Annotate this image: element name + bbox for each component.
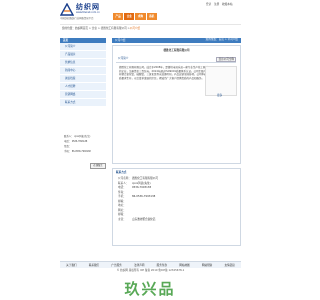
top-links: 登录 注册 收藏本站 [206,3,234,6]
show-full-name-button[interactable]: 显示公司全称 [216,57,236,62]
main-header-location: 您的位置：首页 > 公司介绍 [205,38,238,41]
sidebar-item-contact[interactable]: 联系方式 [60,99,106,107]
header: 纺织网 www.fzwnet.com.cn 中国纺织服装行业网络贸易平台 登录 … [0,0,300,24]
logo-icon[interactable] [60,3,74,16]
footer-link-legal[interactable]: 法律声明 [134,264,144,267]
intro-tab-label[interactable]: 公司简介 [118,57,128,60]
more-link[interactable]: 更多 [217,94,222,97]
contact-detail-panel: 联系方式 公司名称： 德胜化工有限有限公司 联系人： cpxx列表(先生) 电话： 0… [112,168,241,246]
detail-key: 主营： [118,217,126,221]
sidebar-item-network[interactable]: 营销网络 [60,91,106,99]
tab-opportunities[interactable]: 商机 [146,13,157,20]
copyright: © 纺织网 版权所有 ICP 备案 2010 鲁ICP备 12345678-1 [116,269,185,272]
breadcrumb-current: 公司介绍 [129,26,141,30]
sidebar: 首页 公司简介 产品展示 供求信息 新闻中心 诚信档案 人才招聘 营销网络 联系… [60,38,106,107]
footer-link-sitemap[interactable]: 网站地图 [179,264,189,267]
sidebar-contact: 联系人： cpxx列表(先生) 电话： 0536-7993138 传真： 手机：… [60,134,106,169]
footer-link-contact[interactable]: 联系我们 [89,264,99,267]
favorite-link[interactable]: 收藏本站 [222,3,232,6]
intro-tab-bar: 公司简介 显示公司全称 [116,56,236,63]
company-intro-text: 德胜化工有限有限公司，成立于2008年，是潍坊市昌乐县一家专业生产化工原料的企业… [119,66,210,80]
logo-slogan: 中国纺织服装行业网络贸易平台 [60,17,94,20]
sidebar-item-profile[interactable]: 公司简介 [60,43,106,51]
contact-mobile: 手机： 86-0536-7993138 [64,150,91,153]
sidebar-item-credit[interactable]: 诚信档案 [60,75,106,83]
footer-link-terms[interactable]: 服务条款 [157,264,167,267]
watermark-logo: 玖兴品 [124,280,176,298]
tab-companies[interactable]: 企业 [124,13,135,20]
tab-buying[interactable]: 求购 [135,13,146,20]
footer-link-friends[interactable]: 友情链接 [225,264,235,267]
company-intro-panel: 德胜化工有限有限公司 公司简介 显示公司全称 德胜化工有限有限公司，成立于200… [112,45,241,164]
login-link[interactable]: 登录 [206,3,211,6]
detail-row: 主营： 山东潍坊聚合氯化铝 [118,218,158,223]
register-link[interactable]: 注册 [214,3,219,6]
footer-link-about[interactable]: 关于我们 [66,264,76,267]
detail-title: 联系方式 [116,171,127,174]
footer-link-help[interactable]: 网站帮助 [202,264,212,267]
tab-products[interactable]: 产品 [113,13,124,20]
footer-links: 关于我们 联系我们 广告服务 法律声明 服务条款 网站地图 网站帮助 友情链接 [60,261,241,268]
sidebar-item-products[interactable]: 产品展示 [60,51,106,59]
detail-value: 0536-7993138 [132,186,152,189]
sidebar-item-supply[interactable]: 供求信息 [60,59,106,67]
main-header: 公司介绍 您的位置：首页 > 公司介绍 [112,38,241,43]
sidebar-item-jobs[interactable]: 人才招聘 [60,83,106,91]
company-name: 德胜化工有限有限公司 [163,49,190,52]
logo-url: www.fzwnet.com.cn [76,11,100,14]
breadcrumb-path[interactable]: 您的位置：纺织网首页 > 企业 > 德胜化工有限有限公司 > [62,27,130,30]
leave-message-button[interactable]: 在线留言 [90,163,106,169]
footer-link-ads[interactable]: 广告服务 [111,264,121,267]
sidebar-item-news[interactable]: 新闻中心 [60,67,106,75]
nav-tabs: 产品 企业 求购 商机 [113,13,157,20]
detail-table: 公司名称： 德胜化工有限有限公司 联系人： cpxx列表(先生) 电话： 0536-7… [118,177,158,222]
detail-value: 86-0536-7993138 [132,195,156,198]
breadcrumb: 您的位置：纺织网首页 > 企业 > 德胜化工有限有限公司 >公司介绍 [60,24,241,31]
company-photo [205,66,237,96]
main-header-title: 公司介绍 [115,39,126,42]
detail-value: 山东潍坊聚合氯化铝 [132,217,156,221]
logo-title[interactable]: 纺织网 [76,3,100,11]
